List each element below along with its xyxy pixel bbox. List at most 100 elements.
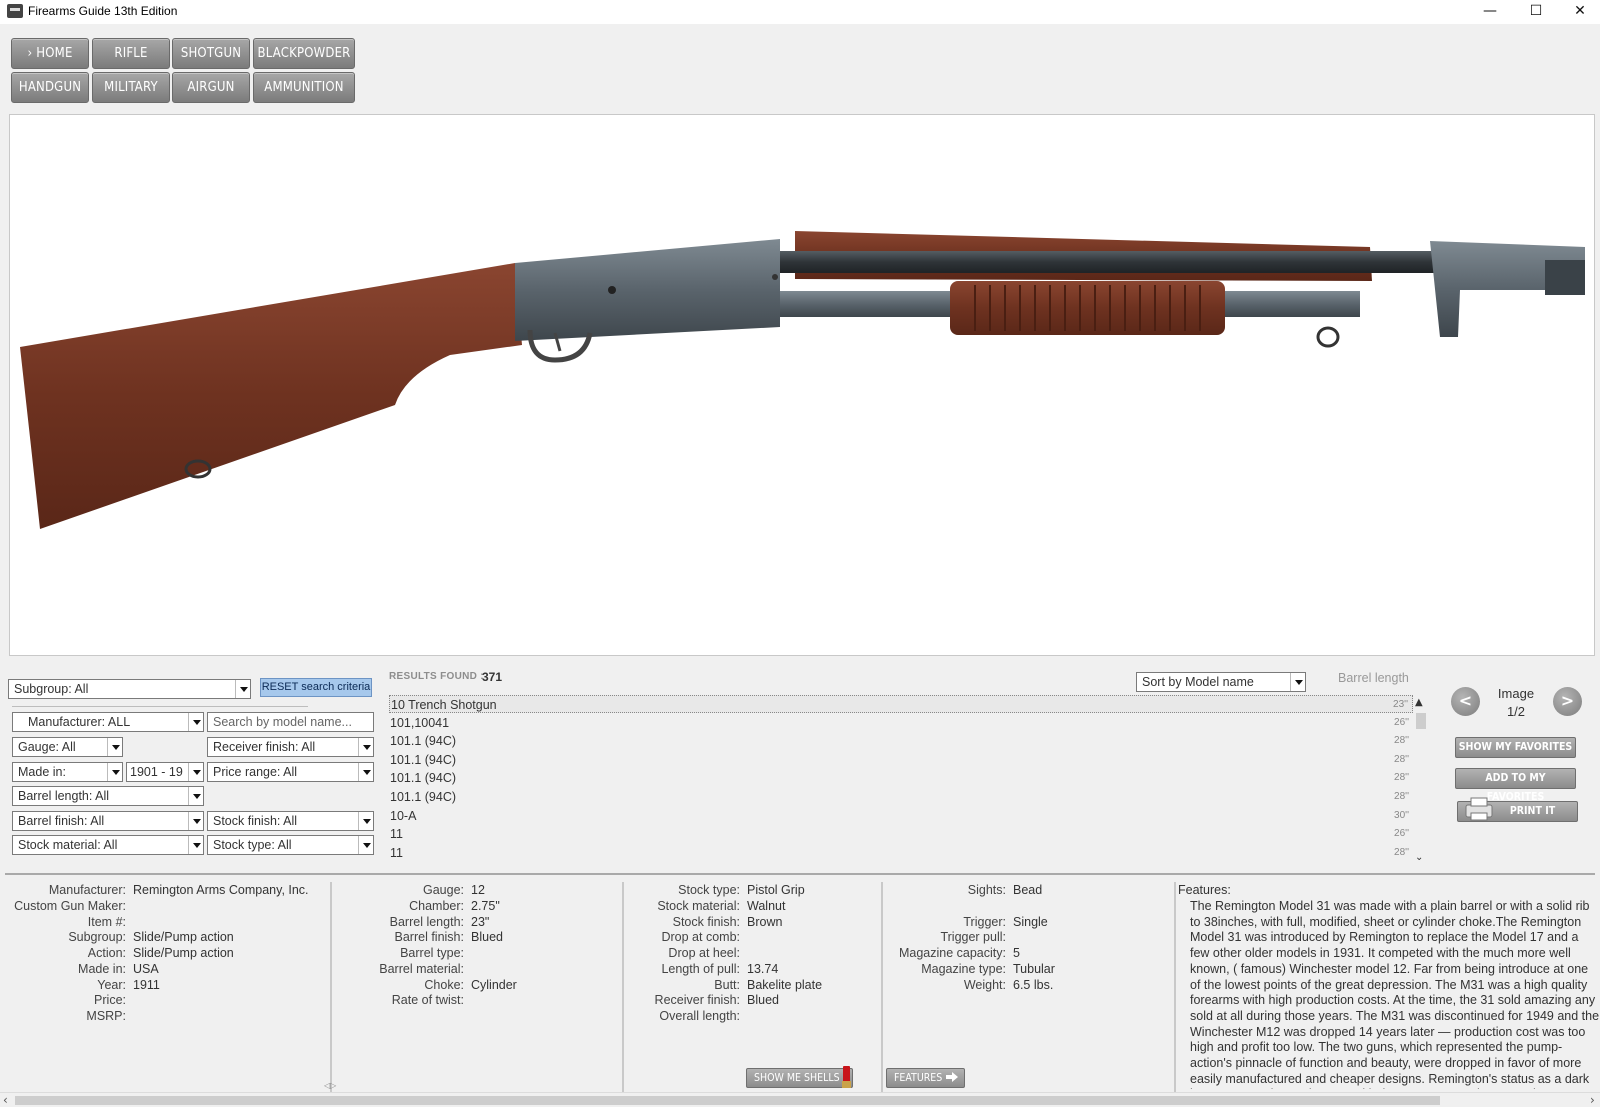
scroll-thumb[interactable] bbox=[1416, 713, 1426, 729]
manufacturer-select[interactable]: Manufacturer: ALL bbox=[12, 712, 204, 732]
add-to-my-favorites-button[interactable]: ADD TO MY FAVORITES bbox=[1455, 768, 1576, 803]
list-item[interactable]: 101,10041 26'' bbox=[389, 714, 1413, 732]
list-item[interactable]: 101.1 (94C) 28'' bbox=[389, 788, 1413, 806]
detail-row: Sights: Bead bbox=[880, 883, 1042, 899]
detail-row: Year: 1911 bbox=[0, 978, 160, 994]
show-my-favorites-button[interactable]: SHOW MY FAVORITES bbox=[1455, 737, 1576, 758]
detail-value: Slide/Pump action bbox=[133, 946, 234, 960]
details-divider bbox=[5, 873, 1595, 875]
detail-label: Receiver finish: bbox=[654, 993, 740, 1007]
receiver-finish-select[interactable]: Receiver finish: All bbox=[207, 737, 374, 757]
detail-value: Remington Arms Company, Inc. bbox=[133, 883, 309, 897]
chevron-down-icon bbox=[358, 812, 373, 830]
detail-label: Butt: bbox=[714, 978, 740, 992]
detail-value: 13.74 bbox=[747, 962, 779, 976]
detail-value: Tubular bbox=[1013, 962, 1055, 976]
nav-military-button[interactable]: MILITARY bbox=[92, 72, 170, 103]
detail-value: Cylinder bbox=[471, 978, 517, 992]
detail-value: 5 bbox=[1013, 946, 1020, 960]
nav-shotgun-button[interactable]: SHOTGUN bbox=[172, 38, 250, 69]
detail-row: Butt: Bakelite plate bbox=[630, 978, 822, 994]
gauge-select[interactable]: Gauge: All bbox=[12, 737, 123, 757]
detail-value: Bead bbox=[1013, 883, 1043, 897]
image-counter: Image 1/2 bbox=[1494, 685, 1538, 721]
previous-image-button[interactable]: < bbox=[1451, 687, 1480, 716]
sort-select[interactable]: Sort by Model name bbox=[1136, 672, 1306, 692]
chevron-down-icon bbox=[107, 763, 122, 781]
detail-row: Rate of twist: bbox=[340, 993, 464, 1009]
resize-grip-icon[interactable]: ◁▷ bbox=[324, 1081, 336, 1090]
barrel-finish-select[interactable]: Barrel finish: All bbox=[12, 811, 204, 831]
list-item[interactable]: 101.1 (94C) 28'' bbox=[389, 751, 1413, 769]
scroll-thumb[interactable] bbox=[15, 1096, 1440, 1105]
detail-row: Item #: bbox=[0, 915, 126, 931]
list-item[interactable]: 101.1 (94C) 28'' bbox=[389, 769, 1413, 787]
detail-value: 6.5 lbs. bbox=[1013, 978, 1054, 992]
detail-row: Magazine capacity: 5 bbox=[880, 946, 1020, 962]
list-item[interactable]: 101.1 (94C) 28'' bbox=[389, 732, 1413, 750]
detail-label: Weight: bbox=[963, 978, 1006, 992]
detail-label: Trigger: bbox=[963, 915, 1006, 929]
subgroup-select[interactable]: Subgroup: All bbox=[8, 679, 251, 699]
stock-material-select[interactable]: Stock material: All bbox=[12, 835, 204, 855]
detail-value: Pistol Grip bbox=[747, 883, 805, 897]
detail-row: Stock material: Walnut bbox=[630, 899, 785, 915]
show-me-shells-button[interactable]: SHOW ME SHELLS bbox=[746, 1068, 853, 1088]
detail-row: MSRP: bbox=[0, 1009, 126, 1025]
detail-label: Magazine capacity: bbox=[898, 946, 1006, 960]
barrel-length-value: Barrel length: All bbox=[18, 789, 110, 803]
scroll-right-icon[interactable]: › bbox=[1590, 1093, 1595, 1107]
manufacturer-value: Manufacturer: ALL bbox=[28, 715, 131, 729]
detail-value: 23" bbox=[471, 915, 490, 929]
horizontal-scrollbar[interactable]: ‹ › bbox=[0, 1092, 1600, 1107]
scroll-up-icon[interactable]: ▲ bbox=[1415, 697, 1423, 708]
made-in-select[interactable]: Made in: bbox=[12, 762, 123, 782]
list-item[interactable]: 11 26'' bbox=[389, 825, 1413, 843]
nav-rifle-button[interactable]: RIFLE bbox=[92, 38, 170, 69]
nav-ammunition-button[interactable]: AMMUNITION bbox=[253, 72, 355, 103]
detail-row: Drop at comb: bbox=[630, 930, 740, 946]
model-name: 101.1 (94C) bbox=[390, 771, 457, 786]
detail-label: Stock finish: bbox=[672, 915, 740, 929]
price-range-select[interactable]: Price range: All bbox=[207, 762, 374, 782]
detail-row: Length of pull: 13.74 bbox=[630, 962, 778, 978]
scroll-left-icon[interactable]: ‹ bbox=[3, 1093, 8, 1107]
nav-home-button[interactable]: › HOME bbox=[11, 38, 89, 69]
detail-row: Trigger: Single bbox=[880, 915, 1047, 931]
detail-row: Custom Gun Maker: bbox=[0, 899, 126, 915]
nav-handgun-button[interactable]: HANDGUN bbox=[11, 72, 89, 103]
results-found-label: RESULTS FOUND : bbox=[389, 671, 484, 682]
nav-blackpowder-button[interactable]: BLACKPOWDER bbox=[253, 38, 355, 69]
next-image-button[interactable]: > bbox=[1553, 687, 1582, 716]
chevron-down-icon bbox=[1290, 673, 1305, 691]
barrel-length-select[interactable]: Barrel length: All bbox=[12, 786, 204, 806]
image-label: Image bbox=[1497, 686, 1535, 701]
barrel-length: 26'' bbox=[1394, 828, 1409, 840]
year-range-select[interactable]: 1901 - 19 bbox=[126, 762, 204, 782]
detail-row: Barrel type: bbox=[340, 946, 464, 962]
minimize-button[interactable]: — bbox=[1468, 0, 1512, 24]
maximize-button[interactable]: ☐ bbox=[1514, 0, 1558, 24]
model-search-input[interactable]: Search by model name... bbox=[207, 712, 374, 732]
sort-value: Sort by Model name bbox=[1142, 675, 1254, 689]
detail-row: Magazine type: Tubular bbox=[880, 962, 1055, 978]
stock-finish-select[interactable]: Stock finish: All bbox=[207, 811, 374, 831]
list-item[interactable]: 11 28'' bbox=[389, 844, 1413, 862]
chevron-down-icon bbox=[358, 836, 373, 854]
nav-airgun-button[interactable]: AIRGUN bbox=[172, 72, 250, 103]
reset-search-button[interactable]: RESET search criteria bbox=[260, 678, 372, 697]
results-scrollbar[interactable]: ▲ ⌄ bbox=[1413, 697, 1429, 869]
detail-value: Single bbox=[1013, 915, 1048, 929]
detail-label: Sights: bbox=[967, 883, 1006, 897]
list-item[interactable]: 10 Trench Shotgun 23'' bbox=[389, 695, 1413, 713]
detail-label: Barrel type: bbox=[400, 946, 464, 960]
shotgun-shell-icon bbox=[842, 1066, 851, 1088]
detail-row: Barrel length: 23" bbox=[340, 915, 490, 931]
scroll-down-icon[interactable]: ⌄ bbox=[1415, 852, 1423, 863]
close-button[interactable]: ✕ bbox=[1558, 0, 1600, 24]
chevron-down-icon bbox=[188, 812, 203, 830]
stock-type-select[interactable]: Stock type: All bbox=[207, 835, 374, 855]
chevron-down-icon bbox=[188, 836, 203, 854]
detail-label: Year: bbox=[97, 978, 126, 992]
list-item[interactable]: 10-A 30'' bbox=[389, 807, 1413, 825]
